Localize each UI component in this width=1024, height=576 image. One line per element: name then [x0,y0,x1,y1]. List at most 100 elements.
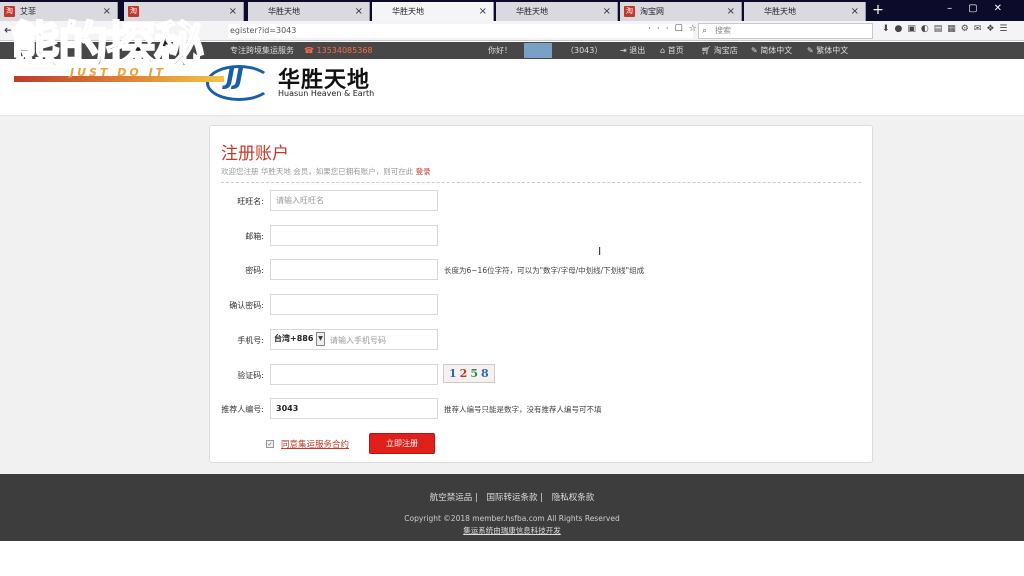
language-icon: ✎ [751,46,758,55]
password-hint: 长度为6~16位字符，可以为"数字/字母/中划线/下划线"组成 [444,266,645,275]
confirm-password-label: 确认密码: [229,301,264,310]
password-label: 密码: [245,266,264,275]
tab-label: 华胜天地 [764,7,796,16]
tab-label: 淘宝网 [640,7,664,16]
page-subtitle: 欢迎您注册 华胜天地 会员，如果您已拥有账户，则可在此 登录 [221,166,431,177]
screen: 淘 艾菲 × 淘 × 华胜天地 × 华胜天地 × 华胜天地 × 淘 淘宝网 × … [0,0,1024,576]
referrer-label: 推荐人编号: [221,405,264,414]
close-icon[interactable]: × [103,2,111,21]
browser-search-input[interactable]: ⌕ 搜索 [698,23,873,39]
home-link[interactable]: ⌂ 首页 [660,42,684,59]
simplified-label: 简体中文 [760,46,793,55]
site-footer: 航空禁运品 | 国际转运条款 | 隐私权条款 Copyright ©2018 m… [0,474,1024,541]
close-icon[interactable]: × [229,2,237,21]
back-arrow-icon[interactable]: ← [4,23,14,37]
browser-tab-active[interactable]: 华胜天地 × [372,2,494,21]
greeting: 你好！ [488,46,512,55]
divider [221,182,861,183]
subtitle-text: 欢迎您注册 华胜天地 会员，如果您已拥有账户，则可在此 [221,167,414,176]
close-icon[interactable]: × [479,2,487,21]
login-link[interactable]: 登录 [416,167,431,176]
taobao-label: 淘宝店 [713,46,738,55]
captcha-image[interactable]: 1258 [443,364,495,383]
close-icon[interactable]: × [603,2,611,21]
taobao-link[interactable]: 🛒︎ 淘宝店 [701,42,738,59]
email-input[interactable] [270,225,438,246]
footer-link-prohibited[interactable]: 航空禁运品 | [430,493,478,503]
country-code-select[interactable]: 台湾+886 [274,333,313,344]
mobile-label: 手机号: [237,336,264,345]
confirm-password-input[interactable] [270,294,438,315]
referrer-hint: 推荐人编号只能是数字，没有推荐人编号可不填 [444,405,602,414]
password-input[interactable] [270,259,438,280]
search-icon: ⌕ [702,26,708,36]
url-actions-icons[interactable]: ···☐☆ [648,24,703,34]
tab-favicon: 淘 [128,6,139,17]
close-icon[interactable]: × [851,2,859,21]
browser-tab[interactable]: 华胜天地 × [248,2,370,21]
close-icon[interactable]: × [355,2,363,21]
browser-tab[interactable]: 华胜天地 × [744,2,866,21]
service-text: 专注跨境集运服务 [230,46,294,55]
new-tab-button[interactable]: + [870,0,886,21]
user-id: （3043） [566,46,603,55]
developer-link[interactable]: 集运系统由瑞康信息科技开发 [0,525,1024,536]
page-title: 注册账户 [221,144,289,164]
window-controls[interactable]: –▢✕ [947,3,1018,14]
captcha-digit: 5 [470,367,481,380]
tab-label: 华胜天地 [392,7,424,16]
site-top-bar: 专注跨境集运服务 ☎ 13534085368 你好！ （3043） ⇥ 退出 ⌂… [0,42,1024,59]
browser-tab[interactable]: 淘 × [124,2,244,21]
captcha-digit: 1 [449,367,460,380]
footer-link-terms[interactable]: 国际转运条款 | [486,493,543,503]
register-button[interactable]: 立即注册 [369,433,435,454]
text-cursor-icon: I [598,245,602,258]
tab-label: 华胜天地 [516,7,548,16]
wangwang-label: 旺旺名: [237,197,264,206]
captcha-digit: 8 [480,367,492,380]
browser-tab[interactable]: 淘 艾菲 × [0,2,118,21]
cart-icon: 🛒︎ [701,46,712,55]
browser-tab[interactable]: 淘 淘宝网 × [620,2,742,21]
chevron-down-icon[interactable]: ▼ [316,332,325,346]
tab-favicon: 淘 [4,6,15,17]
home-label: 首页 [667,46,684,55]
referrer-input[interactable]: 3043 [270,398,438,419]
site-header [0,59,1024,116]
email-label: 邮箱: [245,232,264,241]
captcha-digit: 2 [459,367,471,380]
logout-icon: ⇥ [620,46,627,55]
wangwang-input[interactable]: 请输入旺旺名 [270,190,438,211]
browser-tab-bar: 淘 艾菲 × 淘 × 华胜天地 × 华胜天地 × 华胜天地 × 淘 淘宝网 × … [0,0,1024,21]
traditional-label: 繁体中文 [816,46,849,55]
captcha-label: 验证码: [237,371,264,380]
footer-link-privacy[interactable]: 隐私权条款 [552,493,595,503]
home-icon: ⌂ [660,46,666,55]
close-icon[interactable]: × [727,2,735,21]
language-icon: ✎ [807,46,814,55]
phone-value: 13534085368 [316,46,373,55]
logo-text-en: Huasun Heaven & Earth [278,89,375,98]
footer-links: 航空禁运品 | 国际转运条款 | 隐私权条款 [0,491,1024,503]
username-redacted [524,43,552,58]
agree-terms-link[interactable]: 同意集运服务合约 [281,438,349,450]
browser-nav-bar: ← egister?id=3043 ···☐☆ ⌕ 搜索 ⬇●▣◐▤▦⚙✉❖☰ [0,21,1024,41]
browser-tab[interactable]: 华胜天地 × [496,2,618,21]
url-field[interactable]: egister?id=3043 [228,24,693,38]
phone-number: ☎ 13534085368 [304,46,373,55]
captcha-input[interactable] [270,364,438,385]
logout-label: 退出 [629,46,646,55]
mobile-placeholder: 请输入手机号码 [330,336,386,345]
toolbar-icons[interactable]: ⬇●▣◐▤▦⚙✉❖☰ [882,24,1013,34]
traditional-link[interactable]: ✎ 繁体中文 [807,42,848,59]
page-bottom [0,541,1024,576]
tab-favicon: 淘 [624,6,635,17]
search-placeholder: 搜索 [715,26,731,35]
agree-checkbox[interactable]: ✓ [266,440,274,448]
tab-label: 华胜天地 [268,7,300,16]
copyright: Copyright ©2018 member.hsfba.com All Rig… [404,514,620,523]
tab-label: 艾菲 [20,7,36,16]
logo-mark[interactable]: JJ [226,62,244,90]
simplified-link[interactable]: ✎ 简体中文 [751,42,792,59]
logout-link[interactable]: ⇥ 退出 [620,42,645,59]
